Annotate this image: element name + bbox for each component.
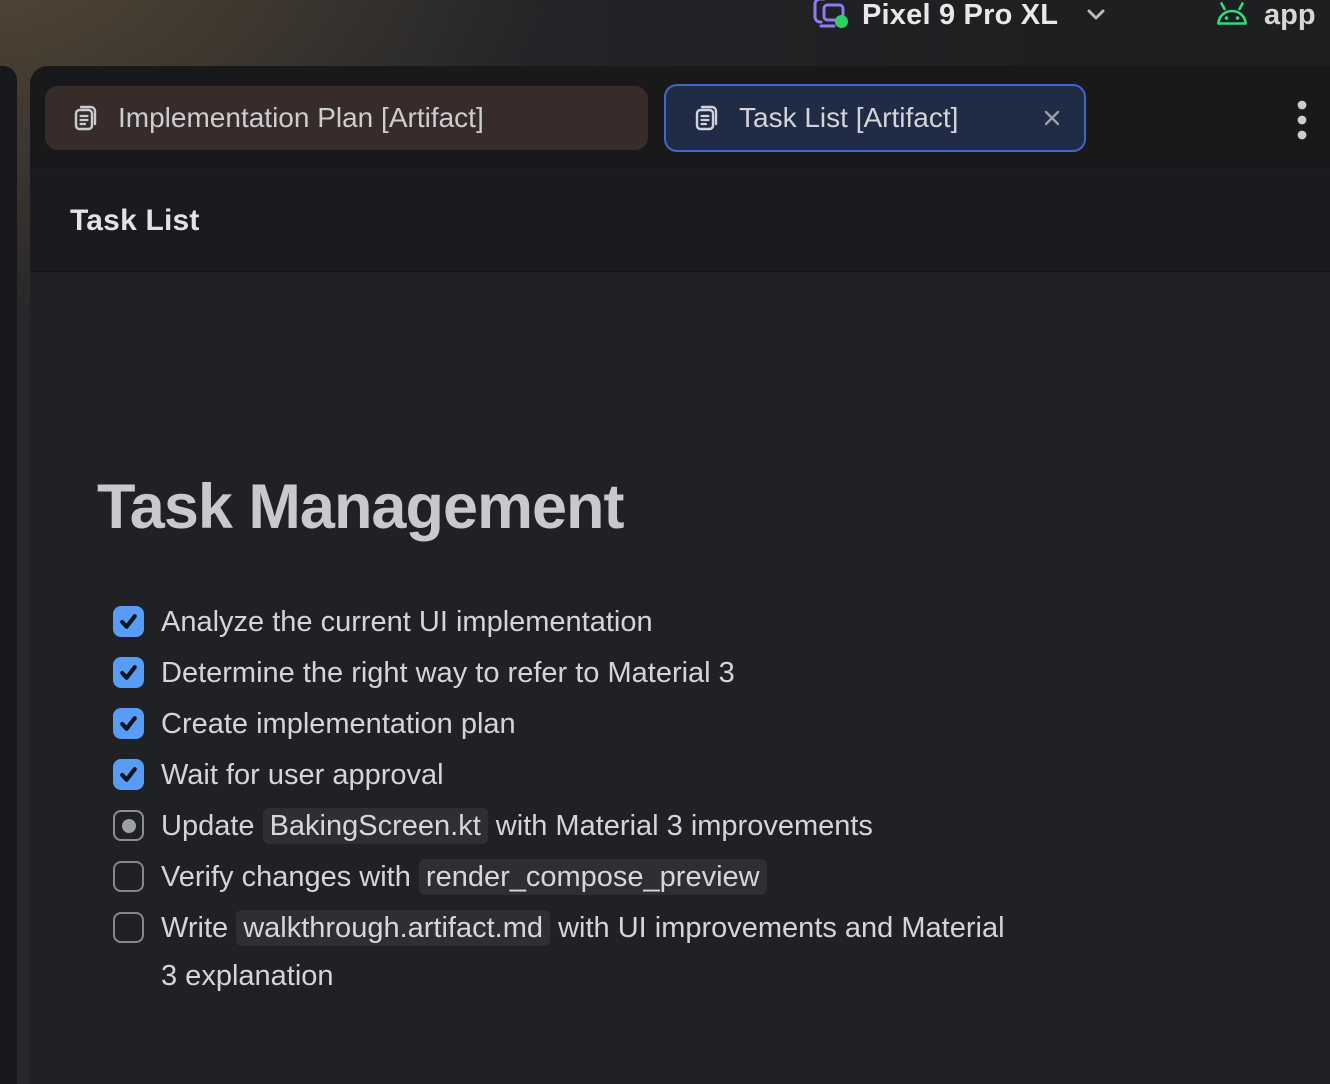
panel-title: Task List (70, 204, 200, 238)
task-checkbox-in_progress[interactable] (113, 810, 144, 841)
task-label: Update BakingScreen.kt with Material 3 i… (161, 802, 873, 850)
task-checkbox-unchecked[interactable] (113, 912, 144, 943)
artifact-content: Task Management Analyze the current UI i… (30, 470, 1330, 1084)
app-config-label: app (1264, 0, 1316, 32)
task-item: Wait for user approval (113, 751, 1330, 799)
tab-label: Task List [Artifact] (739, 102, 958, 134)
running-device-icon (810, 0, 850, 36)
task-checkbox-checked[interactable] (113, 759, 144, 790)
top-toolbar: Pixel 9 Pro XL app (0, 0, 1330, 66)
tab-implementation-plan[interactable]: Implementation Plan [Artifact] (45, 86, 648, 150)
chevron-down-icon (1082, 1, 1110, 29)
artifact-document-icon (70, 101, 102, 135)
in-progress-dot (122, 819, 136, 833)
task-label: Verify changes with render_compose_previ… (161, 853, 767, 901)
task-checklist: Analyze the current UI implementationDet… (113, 598, 1330, 1000)
task-item: Update BakingScreen.kt with Material 3 i… (113, 802, 1330, 850)
device-selector-label: Pixel 9 Pro XL (862, 0, 1058, 32)
task-item: Determine the right way to refer to Mate… (113, 649, 1330, 697)
task-label: Determine the right way to refer to Mate… (161, 649, 735, 697)
close-icon[interactable] (1040, 106, 1064, 130)
tab-label: Implementation Plan [Artifact] (118, 102, 484, 134)
artifact-document-icon (691, 101, 723, 135)
android-icon (1214, 0, 1250, 31)
task-item: Analyze the current UI implementation (113, 598, 1330, 646)
tab-task-list[interactable]: Task List [Artifact] (664, 84, 1086, 152)
task-label: Analyze the current UI implementation (161, 598, 653, 646)
artifact-viewer-panel: Implementation Plan [Artifact] Task List… (30, 66, 1330, 1084)
run-configuration-selector[interactable]: app (1214, 0, 1316, 38)
device-selector[interactable]: Pixel 9 Pro XL (810, 0, 1110, 38)
inline-code: BakingScreen.kt (263, 808, 488, 844)
inline-code: render_compose_preview (419, 859, 767, 895)
task-item: Verify changes with render_compose_previ… (113, 853, 1330, 901)
task-checkbox-unchecked[interactable] (113, 861, 144, 892)
task-checkbox-checked[interactable] (113, 606, 144, 637)
task-checkbox-checked[interactable] (113, 708, 144, 739)
task-label: Wait for user approval (161, 751, 444, 799)
panel-header: Task List (30, 170, 1330, 272)
task-item: Create implementation plan (113, 700, 1330, 748)
task-checkbox-checked[interactable] (113, 657, 144, 688)
tab-strip: Implementation Plan [Artifact] Task List… (30, 66, 1330, 170)
kebab-menu-icon[interactable] (1282, 98, 1322, 142)
document-heading: Task Management (97, 470, 1330, 544)
task-label: Create implementation plan (161, 700, 516, 748)
adjacent-panel-edge (0, 66, 17, 1084)
inline-code: walkthrough.artifact.md (236, 910, 550, 946)
task-label: Write walkthrough.artifact.md with UI im… (161, 904, 1005, 1000)
task-item: Write walkthrough.artifact.md with UI im… (113, 904, 1330, 1000)
